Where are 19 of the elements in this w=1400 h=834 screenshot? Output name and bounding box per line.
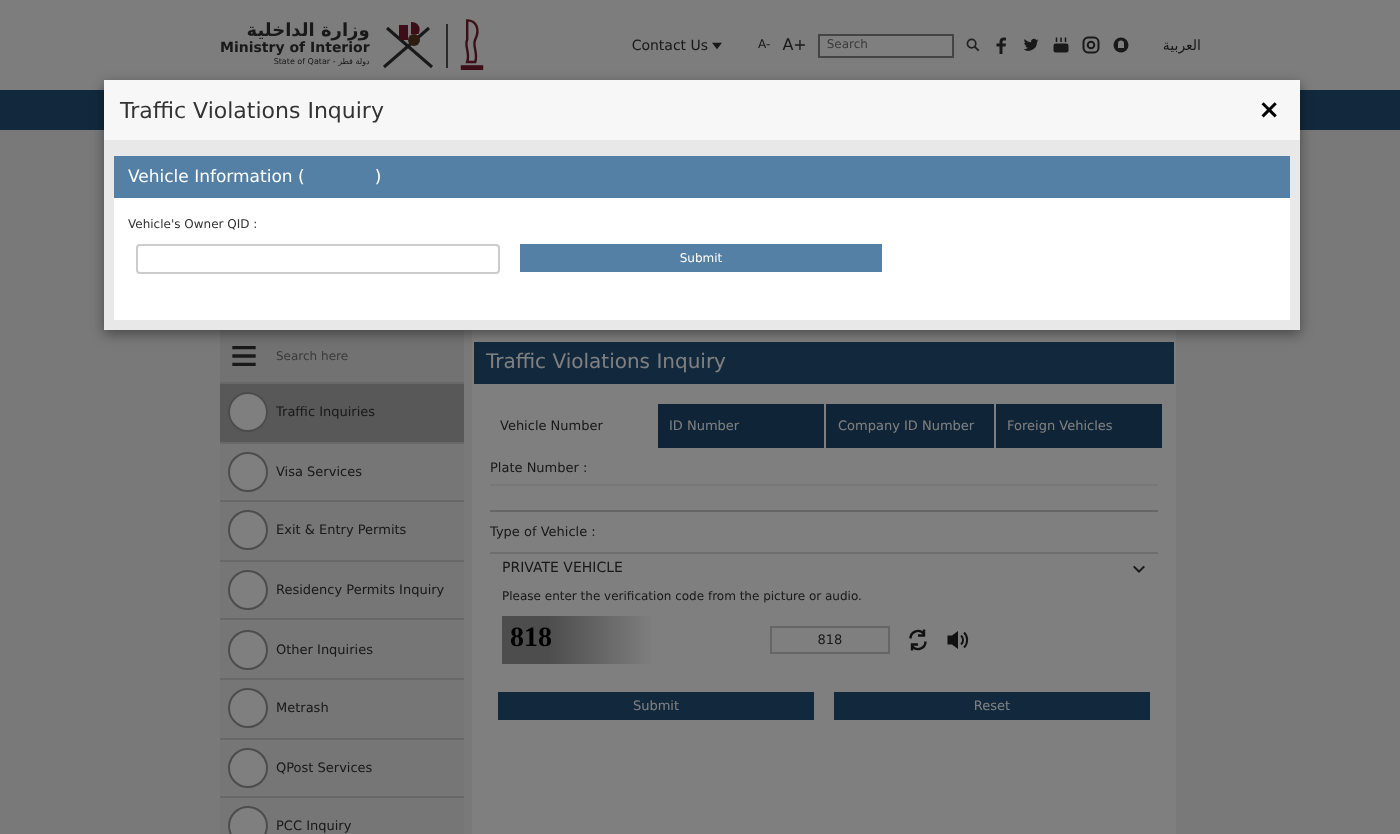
section-title: Vehicle Information ( (128, 167, 305, 187)
refresh-icon[interactable] (906, 628, 930, 652)
trophy-icon (455, 15, 488, 75)
caret-icon (712, 41, 723, 49)
chevron-down-icon (1132, 563, 1146, 573)
panel-title: Traffic Violations Inquiry (474, 342, 1174, 384)
facebook-icon[interactable] (992, 36, 1011, 54)
camera-icon[interactable] (1082, 36, 1101, 54)
section-title-end: ) (374, 167, 382, 187)
speaker-icon[interactable] (946, 628, 970, 652)
logo-arabic-text: وزارة الداخلية (246, 23, 370, 42)
menu-icon[interactable] (232, 346, 256, 366)
plate-number-field[interactable] (490, 484, 1158, 512)
search-icon[interactable] (966, 38, 981, 52)
qid-input-field[interactable] (136, 244, 500, 274)
modal-title: Traffic Violations Inquiry (120, 97, 384, 123)
close-button[interactable]: × (1254, 95, 1284, 125)
font-increase-button[interactable]: A+ (782, 36, 807, 54)
bird-icon[interactable] (1022, 36, 1041, 54)
